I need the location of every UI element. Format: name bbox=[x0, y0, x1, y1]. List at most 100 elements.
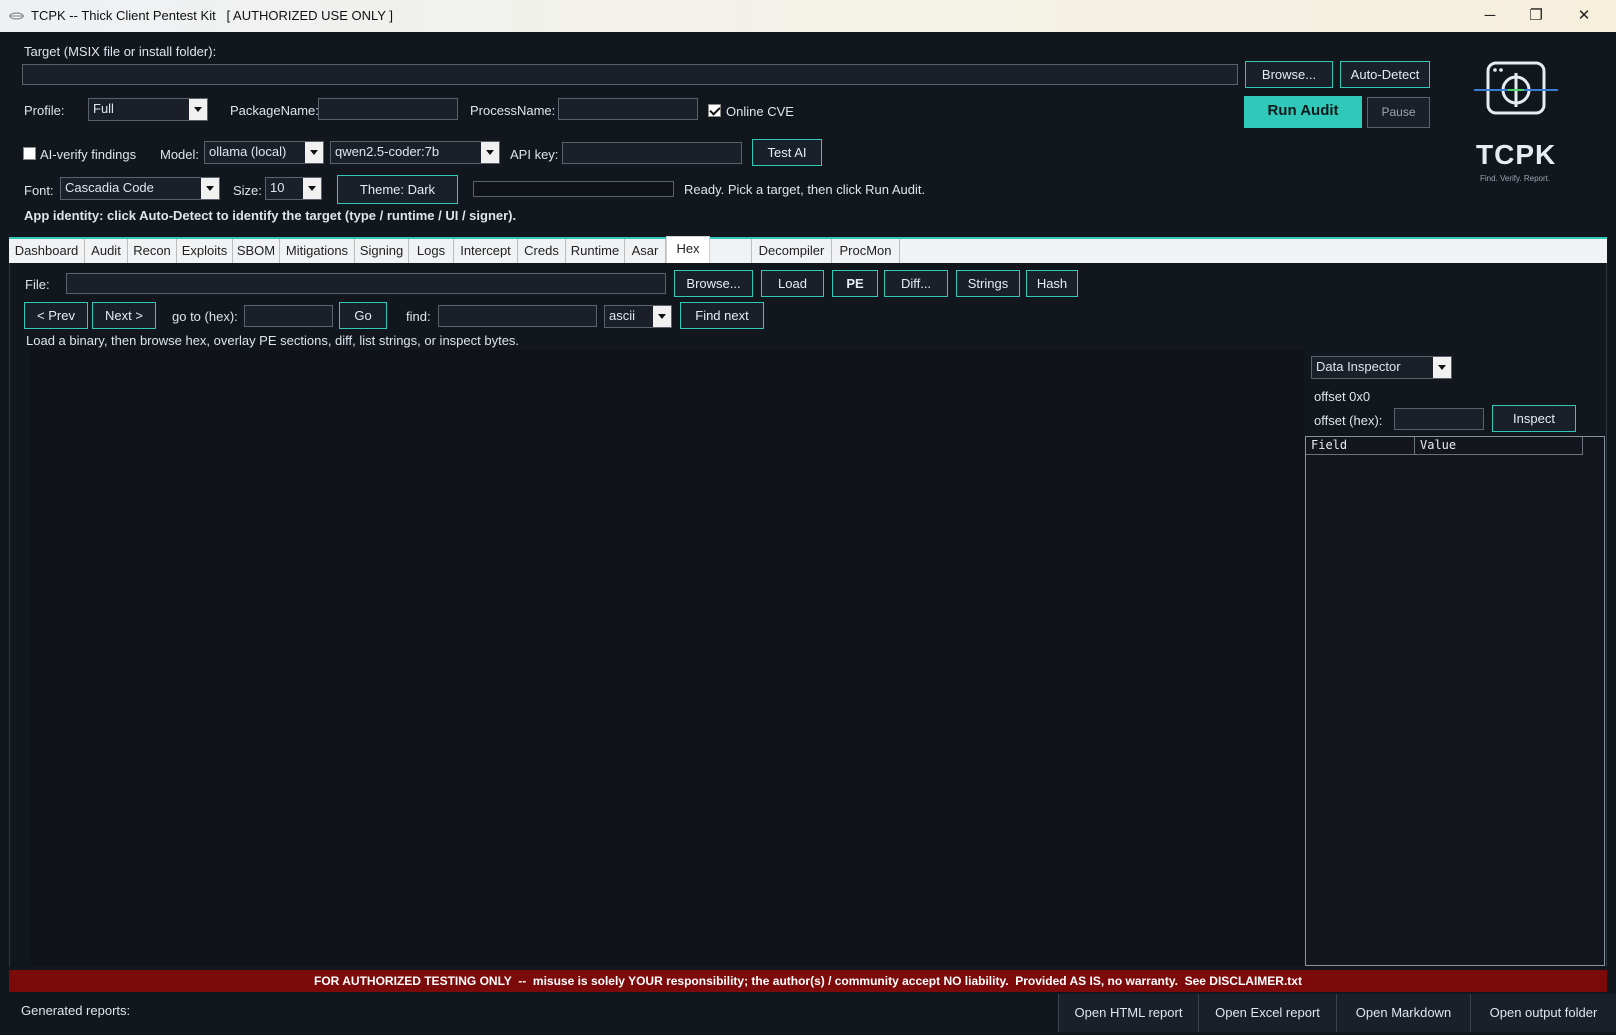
ai-verify-checkbox[interactable] bbox=[23, 147, 36, 160]
column-header-field[interactable]: Field bbox=[1306, 437, 1415, 455]
hash-button[interactable]: Hash bbox=[1026, 270, 1078, 297]
tab-procmon[interactable]: ProcMon bbox=[832, 239, 900, 263]
find-input[interactable] bbox=[438, 305, 597, 327]
model-select[interactable]: qwen2.5-coder:7b bbox=[330, 141, 500, 164]
size-value: 10 bbox=[270, 180, 285, 195]
pe-button[interactable]: PE bbox=[832, 270, 878, 297]
tab-bar: Dashboard Audit Recon Exploits SBOM Miti… bbox=[9, 236, 1607, 263]
ai-verify-label: AI-verify findings bbox=[40, 147, 137, 162]
tab-runtime[interactable]: Runtime bbox=[566, 239, 625, 263]
chevron-down-icon bbox=[201, 178, 219, 199]
tab-dashboard[interactable]: Dashboard bbox=[9, 239, 85, 263]
api-key-label: API key: bbox=[510, 147, 559, 162]
inspector-table[interactable]: Field Value bbox=[1305, 436, 1605, 966]
chevron-down-icon bbox=[481, 142, 499, 163]
model-value: qwen2.5-coder:7b bbox=[335, 144, 440, 159]
hex-hint-text: Load a binary, then browse hex, overlay … bbox=[26, 333, 520, 348]
chevron-down-icon bbox=[189, 99, 207, 120]
chevron-down-icon bbox=[1433, 357, 1451, 378]
provider-select[interactable]: ollama (local) bbox=[204, 141, 324, 164]
offset-hex-label: offset (hex): bbox=[1314, 413, 1383, 428]
tab-mitigations[interactable]: Mitigations bbox=[280, 239, 355, 263]
chevron-down-icon bbox=[653, 306, 671, 327]
open-excel-report-button[interactable]: Open Excel report bbox=[1198, 994, 1336, 1032]
open-html-report-button[interactable]: Open HTML report bbox=[1058, 994, 1198, 1032]
hex-file-input[interactable] bbox=[66, 273, 666, 294]
close-icon[interactable]: ✕ bbox=[1572, 6, 1596, 26]
tab-audit[interactable]: Audit bbox=[85, 239, 128, 263]
app-identity-text: App identity: click Auto-Detect to ident… bbox=[24, 208, 517, 223]
encoding-value: ascii bbox=[609, 308, 636, 323]
find-label: find: bbox=[406, 309, 431, 324]
tab-intercept[interactable]: Intercept bbox=[454, 239, 518, 263]
open-output-folder-button[interactable]: Open output folder bbox=[1470, 994, 1616, 1032]
target-browse-button[interactable]: Browse... bbox=[1245, 61, 1333, 88]
size-label: Size: bbox=[233, 183, 262, 198]
hex-view[interactable] bbox=[31, 350, 1304, 966]
encoding-select[interactable]: ascii bbox=[604, 305, 672, 328]
font-label: Font: bbox=[24, 183, 54, 198]
test-ai-button[interactable]: Test AI bbox=[752, 139, 822, 166]
target-label: Target (MSIX file or install folder): bbox=[24, 44, 217, 59]
theme-toggle-button[interactable]: Theme: Dark bbox=[337, 175, 458, 204]
package-name-label: PackageName: bbox=[230, 103, 319, 118]
size-select[interactable]: 10 bbox=[265, 177, 322, 200]
prev-button[interactable]: < Prev bbox=[24, 302, 88, 329]
font-select[interactable]: Cascadia Code bbox=[60, 177, 220, 200]
find-next-button[interactable]: Find next bbox=[680, 302, 764, 329]
logo-tagline: Find. Verify. Report. bbox=[1480, 174, 1551, 183]
column-header-value[interactable]: Value bbox=[1415, 437, 1583, 455]
open-markdown-button[interactable]: Open Markdown bbox=[1336, 994, 1470, 1032]
chevron-down-icon bbox=[303, 178, 321, 199]
file-label: File: bbox=[25, 277, 50, 292]
online-cve-label: Online CVE bbox=[726, 104, 794, 119]
offset-hex-input[interactable] bbox=[1394, 408, 1484, 430]
tab-recon[interactable]: Recon bbox=[128, 239, 177, 263]
progress-bar bbox=[473, 181, 674, 197]
process-name-input[interactable] bbox=[558, 98, 698, 120]
process-name-label: ProcessName: bbox=[470, 103, 556, 118]
inspector-mode-value: Data Inspector bbox=[1316, 359, 1401, 374]
auto-detect-button[interactable]: Auto-Detect bbox=[1340, 61, 1430, 88]
hex-browse-button[interactable]: Browse... bbox=[674, 270, 753, 297]
profile-label: Profile: bbox=[24, 103, 65, 118]
target-input[interactable] bbox=[22, 64, 1238, 85]
inspector-mode-select[interactable]: Data Inspector bbox=[1311, 356, 1452, 379]
provider-value: ollama (local) bbox=[209, 144, 287, 159]
package-name-input[interactable] bbox=[318, 98, 458, 120]
tab-logs[interactable]: Logs bbox=[409, 239, 454, 263]
tab-creds[interactable]: Creds bbox=[518, 239, 566, 263]
go-button[interactable]: Go bbox=[339, 302, 387, 329]
tab-asar[interactable]: Asar bbox=[625, 239, 666, 263]
load-button[interactable]: Load bbox=[761, 270, 824, 297]
diff-button[interactable]: Diff... bbox=[884, 270, 948, 297]
restore-icon[interactable]: ❐ bbox=[1524, 6, 1548, 26]
api-key-input[interactable] bbox=[562, 142, 742, 164]
title-bar: TCPK -- Thick Client Pentest Kit [ AUTHO… bbox=[0, 0, 1616, 32]
status-text: Ready. Pick a target, then click Run Aud… bbox=[684, 182, 926, 197]
pause-button[interactable]: Pause bbox=[1367, 97, 1430, 128]
generated-reports-label: Generated reports: bbox=[21, 1003, 131, 1018]
offset-text: offset 0x0 bbox=[1314, 389, 1371, 404]
goto-input[interactable] bbox=[244, 305, 333, 327]
tab-decompiler[interactable]: Decompiler bbox=[751, 239, 832, 263]
app-icon bbox=[9, 12, 24, 20]
profile-value: Full bbox=[93, 101, 114, 116]
tab-hex[interactable]: Hex bbox=[666, 236, 710, 263]
tcpk-logo-icon bbox=[1474, 61, 1558, 115]
next-button[interactable]: Next > bbox=[92, 302, 156, 329]
disclaimer-banner: FOR AUTHORIZED TESTING ONLY -- misuse is… bbox=[9, 970, 1607, 992]
logo-name: TCPK bbox=[1476, 139, 1557, 170]
tab-signing[interactable]: Signing bbox=[355, 239, 409, 263]
strings-button[interactable]: Strings bbox=[956, 270, 1020, 297]
goto-label: go to (hex): bbox=[172, 309, 238, 324]
profile-select[interactable]: Full bbox=[88, 98, 208, 121]
run-audit-button[interactable]: Run Audit bbox=[1244, 96, 1362, 128]
minimize-icon[interactable]: ─ bbox=[1478, 6, 1502, 26]
font-value: Cascadia Code bbox=[65, 180, 154, 195]
inspect-button[interactable]: Inspect bbox=[1492, 405, 1576, 432]
tab-exploits[interactable]: Exploits bbox=[177, 239, 233, 263]
tab-sbom[interactable]: SBOM bbox=[233, 239, 280, 263]
online-cve-checkbox[interactable] bbox=[708, 104, 721, 117]
chevron-down-icon bbox=[305, 142, 323, 163]
